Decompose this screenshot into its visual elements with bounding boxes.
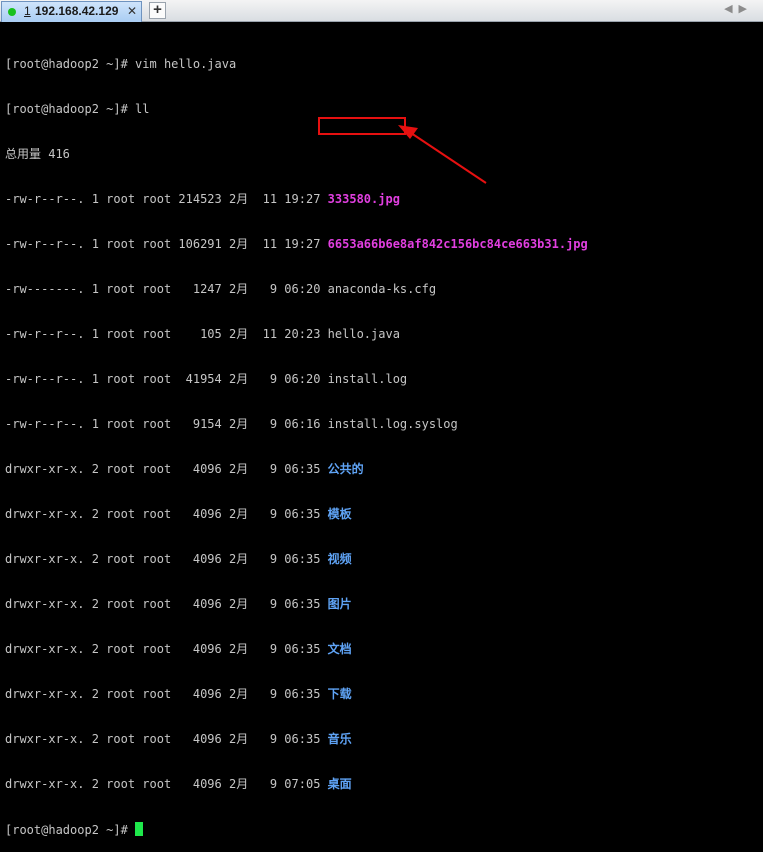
list-item: drwxr-xr-x. 2 root root 4096 2月 9 06:35 … [5, 462, 763, 477]
file-name: hello.java [328, 327, 400, 341]
file-meta: -rw-------. 1 root root 1247 2月 9 06:20 [5, 282, 328, 296]
file-name: install.log [328, 372, 407, 386]
file-meta: -rw-r--r--. 1 root root 106291 2月 11 19:… [5, 237, 328, 251]
tab-host-label: 192.168.42.129 [35, 2, 118, 21]
list-item: drwxr-xr-x. 2 root root 4096 2月 9 06:35 … [5, 597, 763, 612]
directory-name: 模板 [328, 507, 352, 521]
list-item: -rw-r--r--. 1 root root 41954 2月 9 06:20… [5, 372, 763, 387]
file-meta: drwxr-xr-x. 2 root root 4096 2月 9 06:35 [5, 462, 328, 476]
command-line: [root@hadoop2 ~]# ll [5, 102, 763, 117]
list-item: drwxr-xr-x. 2 root root 4096 2月 9 06:35 … [5, 552, 763, 567]
scroll-left-icon[interactable]: ◀ [724, 2, 738, 15]
file-meta: drwxr-xr-x. 2 root root 4096 2月 9 06:35 [5, 732, 328, 746]
file-meta: drwxr-xr-x. 2 root root 4096 2月 9 06:35 [5, 687, 328, 701]
terminal-output[interactable]: [root@hadoop2 ~]# vim hello.java [root@h… [5, 27, 763, 527]
file-meta: drwxr-xr-x. 2 root root 4096 2月 9 06:35 [5, 552, 328, 566]
list-item: -rw-r--r--. 1 root root 214523 2月 11 19:… [5, 192, 763, 207]
tab-scroll-controls: ◀▶ [724, 2, 753, 15]
file-meta: drwxr-xr-x. 2 root root 4096 2月 9 07:05 [5, 777, 328, 791]
file-name: 6653a66b6e8af842c156bc84ce663b31.jpg [328, 237, 588, 251]
directory-name: 下载 [328, 687, 352, 701]
list-item: -rw-r--r--. 1 root root 105 2月 11 20:23 … [5, 327, 763, 342]
list-item: drwxr-xr-x. 2 root root 4096 2月 9 06:35 … [5, 507, 763, 522]
list-item: drwxr-xr-x. 2 root root 4096 2月 9 07:05 … [5, 777, 763, 792]
file-meta: -rw-r--r--. 1 root root 214523 2月 11 19:… [5, 192, 328, 206]
list-item: -rw-------. 1 root root 1247 2月 9 06:20 … [5, 282, 763, 297]
session-tab[interactable]: 1 192.168.42.129 ✕ [1, 1, 142, 22]
file-name: 333580.jpg [328, 192, 400, 206]
directory-name: 桌面 [328, 777, 352, 791]
directory-name: 图片 [328, 597, 352, 611]
text-cursor [135, 822, 143, 836]
list-item: drwxr-xr-x. 2 root root 4096 2月 9 06:35 … [5, 687, 763, 702]
total-size-line: 总用量 416 [5, 147, 763, 162]
file-meta: -rw-r--r--. 1 root root 41954 2月 9 06:20 [5, 372, 328, 386]
tab-bar: 1 192.168.42.129 ✕ + ◀▶ [0, 0, 763, 22]
list-item: -rw-r--r--. 1 root root 9154 2月 9 06:16 … [5, 417, 763, 432]
shell-prompt: [root@hadoop2 ~]# [5, 823, 135, 837]
directory-name: 视频 [328, 552, 352, 566]
file-meta: -rw-r--r--. 1 root root 9154 2月 9 06:16 [5, 417, 328, 431]
scroll-right-icon[interactable]: ▶ [739, 2, 753, 15]
list-item: drwxr-xr-x. 2 root root 4096 2月 9 06:35 … [5, 732, 763, 747]
file-meta: -rw-r--r--. 1 root root 105 2月 11 20:23 [5, 327, 328, 341]
highlight-box-annotation [318, 117, 406, 135]
directory-name: 公共的 [328, 462, 364, 476]
command-line: [root@hadoop2 ~]# vim hello.java [5, 57, 763, 72]
new-tab-button[interactable]: + [149, 2, 166, 19]
file-name: install.log.syslog [328, 417, 458, 431]
file-meta: drwxr-xr-x. 2 root root 4096 2月 9 06:35 [5, 597, 328, 611]
file-meta: drwxr-xr-x. 2 root root 4096 2月 9 06:35 [5, 642, 328, 656]
list-item: drwxr-xr-x. 2 root root 4096 2月 9 06:35 … [5, 642, 763, 657]
file-meta: drwxr-xr-x. 2 root root 4096 2月 9 06:35 [5, 507, 328, 521]
prompt-line: [root@hadoop2 ~]# [5, 822, 763, 837]
list-item: -rw-r--r--. 1 root root 106291 2月 11 19:… [5, 237, 763, 252]
directory-name: 文档 [328, 642, 352, 656]
file-name: anaconda-ks.cfg [328, 282, 436, 296]
tab-index: 1 [24, 2, 31, 21]
directory-name: 音乐 [328, 732, 352, 746]
close-tab-icon[interactable]: ✕ [127, 2, 137, 21]
connected-status-icon [8, 8, 16, 16]
